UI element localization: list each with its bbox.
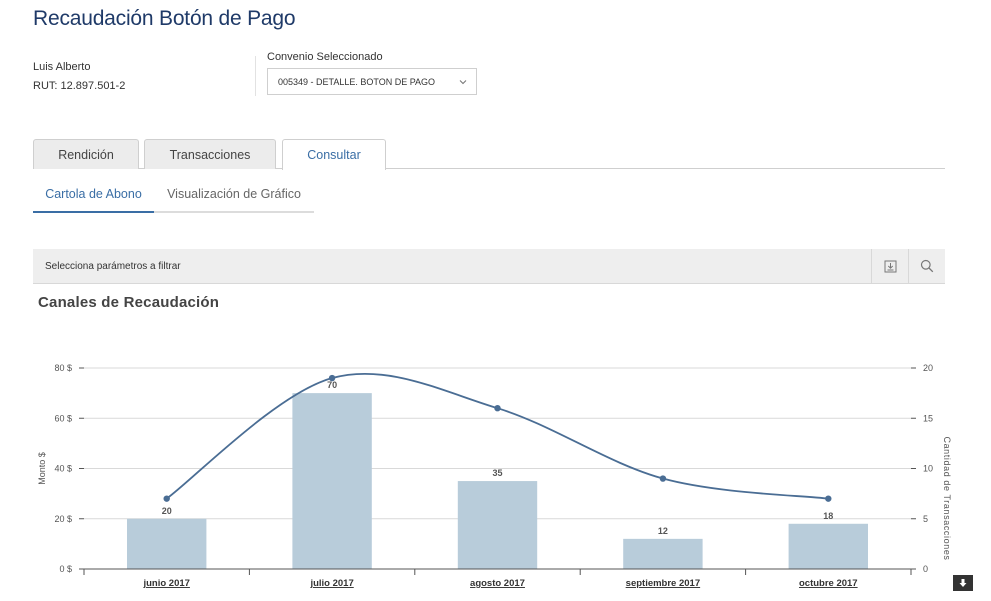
y-axis-title: Monto $ (37, 452, 47, 485)
y-tick-label: 60 $ (54, 413, 72, 423)
bar-data-label: 20 (162, 506, 172, 516)
scroll-down-button[interactable] (953, 575, 973, 591)
y2-tick-label: 5 (923, 514, 928, 524)
filter-bar: Selecciona parámetros a filtrar (33, 248, 945, 284)
x-tick-label: octubre 2017 (799, 578, 858, 589)
page-title: Recaudación Botón de Pago (33, 7, 296, 30)
line-series (166, 372, 829, 500)
header-divider (255, 56, 256, 96)
y2-tick-label: 10 (923, 464, 933, 474)
bar-data-label: 35 (492, 468, 502, 478)
bar-data-label: 18 (823, 511, 833, 521)
bar-octubre-2017 (788, 523, 868, 569)
bar-septiembre-2017 (623, 538, 703, 569)
line-point-septiembre-2017 (659, 475, 667, 482)
convenio-label: Convenio Seleccionado (267, 51, 383, 63)
chart-title: Canales de Recaudación (38, 294, 220, 311)
y2-tick-label: 15 (923, 413, 933, 423)
y2-axis-title: Cantidad de Transacciones (942, 436, 952, 560)
y2-tick-label: 0 (923, 564, 928, 574)
bar-data-label: 12 (658, 526, 668, 536)
convenio-dropdown[interactable]: 005349 - DETALLE. BOTON DE PAGO (267, 68, 477, 95)
tab-transacciones[interactable]: Transacciones (144, 139, 276, 169)
user-info: Luis Alberto RUT: 12.897.501-2 (33, 58, 125, 96)
chevron-down-icon (459, 79, 467, 84)
user-name: Luis Alberto (33, 61, 91, 73)
arrow-down-icon (959, 579, 967, 587)
search-button[interactable] (908, 248, 945, 284)
x-tick-label: septiembre 2017 (626, 578, 700, 589)
download-icon (884, 260, 896, 272)
convenio-selector: Convenio Seleccionado 005349 - DETALLE. … (267, 51, 477, 95)
line-point-julio-2017 (328, 374, 336, 382)
subtab-cartola-de-abono[interactable]: Cartola de Abono (33, 187, 154, 213)
y2-tick-label: 20 (923, 363, 933, 373)
bar-data-label: 70 (327, 380, 337, 390)
line-point-octubre-2017 (825, 495, 832, 502)
y-tick-label: 40 $ (54, 464, 72, 474)
search-icon (920, 259, 934, 273)
tab-rendicion[interactable]: Rendición (33, 139, 139, 169)
chart-canal-recaudacion: 0 $ 20 $ 40 $ 60 $ 80 $ 0 5 10 15 20 20 70 35 12 18 jun… (37, 363, 952, 589)
x-tick-label: agosto 2017 (470, 578, 525, 589)
line-point-junio-2017 (163, 495, 170, 502)
bar-junio-2017 (127, 518, 207, 569)
user-rut: RUT: 12.897.501-2 (33, 80, 126, 92)
download-button[interactable] (871, 248, 908, 284)
x-tick-label: julio 2017 (309, 578, 353, 589)
bar-julio-2017 (292, 393, 372, 569)
line-point-agosto-2017 (494, 405, 501, 412)
y-tick-label: 20 $ (54, 514, 72, 524)
filter-prompt: Selecciona parámetros a filtrar (45, 260, 181, 272)
y-tick-label: 80 $ (54, 363, 72, 373)
convenio-selected-value: 005349 - DETALLE. BOTON DE PAGO (278, 76, 436, 87)
subtab-visualizacion-de-grafico[interactable]: Visualización de Gráfico (154, 187, 314, 213)
x-tick-label: junio 2017 (142, 578, 189, 589)
main-tabs: Rendición Transacciones Consultar (33, 139, 945, 170)
bar-agosto-2017 (457, 481, 538, 569)
y-tick-label: 0 $ (59, 564, 72, 574)
tab-consultar[interactable]: Consultar (282, 139, 386, 170)
